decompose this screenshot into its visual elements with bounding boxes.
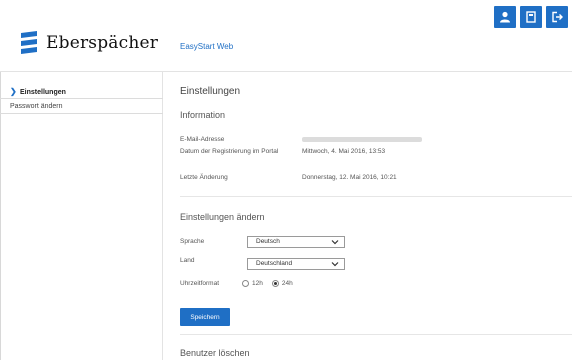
sidebar: ❯ Einstellungen Passwort ändern bbox=[0, 72, 163, 360]
eberspaecher-logo-icon bbox=[21, 31, 37, 54]
language-label: Sprache bbox=[180, 238, 205, 245]
country-label: Land bbox=[180, 257, 195, 264]
chevron-right-icon: ❯ bbox=[10, 87, 17, 96]
chevron-down-icon bbox=[331, 262, 339, 267]
sidebar-item-label: Passwort ändern bbox=[10, 103, 63, 110]
profile-button[interactable] bbox=[494, 6, 516, 28]
header: Eberspächer EasyStart Web bbox=[0, 0, 572, 72]
last-change-value: Donnerstag, 12. Mai 2016, 10:21 bbox=[302, 174, 397, 181]
email-label: E-Mail-Adresse bbox=[180, 136, 225, 143]
user-icon bbox=[500, 11, 510, 23]
last-change-label: Letzte Änderung bbox=[180, 174, 228, 181]
time-format-label: Uhrzeitformat bbox=[180, 280, 220, 287]
book-icon bbox=[526, 11, 536, 23]
delete-user-heading: Benutzer löschen bbox=[180, 348, 250, 358]
main-content: Einstellungen Information E-Mail-Adresse… bbox=[180, 72, 572, 360]
email-value-redacted bbox=[302, 137, 422, 142]
brand-name: Eberspächer bbox=[46, 33, 159, 53]
time-format-option-12h[interactable]: 12h bbox=[242, 280, 263, 287]
save-button[interactable]: Speichern bbox=[180, 308, 230, 326]
time-format-12h-label: 12h bbox=[252, 280, 263, 287]
country-select[interactable]: Deutschland bbox=[247, 258, 345, 270]
chevron-down-icon bbox=[331, 240, 339, 245]
language-select[interactable]: Deutsch bbox=[247, 236, 345, 248]
registration-date-value: Mittwoch, 4. Mai 2016, 13:53 bbox=[302, 148, 386, 155]
language-selected-value: Deutsch bbox=[256, 238, 280, 245]
change-settings-heading: Einstellungen ändern bbox=[180, 212, 265, 222]
radio-button-selected[interactable] bbox=[271, 280, 279, 287]
section-divider bbox=[180, 196, 572, 197]
app-link[interactable]: EasyStart Web bbox=[180, 42, 233, 51]
sidebar-item-label: Einstellungen bbox=[20, 89, 66, 96]
registration-date-label: Datum der Registrierung im Portal bbox=[180, 148, 279, 155]
logout-button[interactable] bbox=[546, 6, 568, 28]
radio-button[interactable] bbox=[242, 280, 249, 287]
sidebar-item-change-password[interactable]: Passwort ändern bbox=[0, 99, 163, 114]
info-heading: Information bbox=[180, 110, 226, 120]
page-title: Einstellungen bbox=[180, 86, 241, 97]
manual-button[interactable] bbox=[520, 6, 542, 28]
time-format-option-24h[interactable]: 24h bbox=[271, 280, 293, 287]
time-format-24h-label: 24h bbox=[281, 280, 293, 287]
country-selected-value: Deutschland bbox=[256, 260, 293, 267]
header-icon-bar bbox=[494, 6, 568, 28]
sidebar-item-settings[interactable]: ❯ Einstellungen bbox=[0, 84, 163, 99]
logout-icon bbox=[552, 11, 563, 23]
time-format-radio-group: 12h 24h bbox=[242, 280, 297, 287]
section-divider bbox=[180, 334, 572, 335]
brand-logo[interactable]: Eberspächer bbox=[18, 28, 158, 58]
